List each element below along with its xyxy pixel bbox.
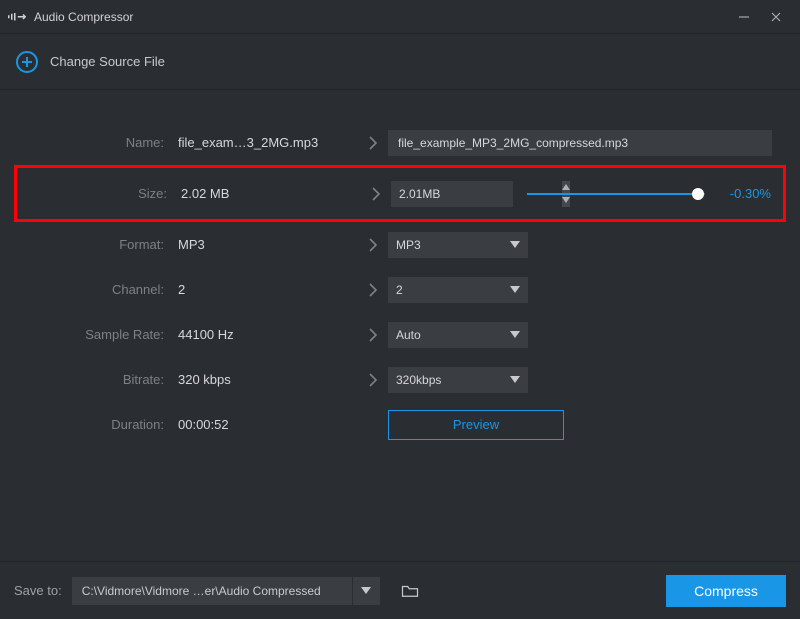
footer-bar: Save to: Compress	[0, 561, 800, 619]
save-path-select	[72, 577, 380, 605]
preview-button[interactable]: Preview	[388, 410, 564, 440]
value-channel-src: 2	[178, 282, 358, 297]
label-bitrate: Bitrate:	[18, 372, 178, 387]
save-to-label: Save to:	[14, 583, 62, 598]
chevron-down-icon	[510, 367, 520, 393]
value-sample-rate-src: 44100 Hz	[178, 327, 358, 342]
app-title: Audio Compressor	[34, 10, 133, 24]
arrow-icon	[358, 238, 388, 252]
row-name: Name: file_exam…3_2MG.mp3	[18, 120, 782, 165]
label-duration: Duration:	[18, 417, 178, 432]
row-size: Size: 2.02 MB	[21, 171, 779, 216]
chevron-down-icon	[510, 322, 520, 348]
save-path-field[interactable]	[72, 577, 352, 605]
save-path-dropdown-button[interactable]	[352, 577, 380, 605]
value-name-src: file_exam…3_2MG.mp3	[178, 135, 358, 150]
chevron-down-icon	[510, 277, 520, 303]
value-size-src: 2.02 MB	[181, 186, 361, 201]
app-icon	[8, 10, 26, 24]
close-button[interactable]	[760, 5, 792, 29]
size-highlight-box: Size: 2.02 MB	[14, 165, 786, 222]
title-bar: Audio Compressor	[0, 0, 800, 34]
label-sample-rate: Sample Rate:	[18, 327, 178, 342]
minimize-button[interactable]	[728, 5, 760, 29]
bitrate-dropdown-value: 320kbps	[396, 373, 441, 387]
channel-dropdown[interactable]: 2	[388, 277, 528, 303]
bitrate-dropdown[interactable]: 320kbps	[388, 367, 528, 393]
sample-rate-dropdown[interactable]: Auto	[388, 322, 528, 348]
arrow-icon	[358, 283, 388, 297]
label-name: Name:	[18, 135, 178, 150]
row-bitrate: Bitrate: 320 kbps 320kbps	[18, 357, 782, 402]
value-format-src: MP3	[178, 237, 358, 252]
plus-circle-icon	[16, 51, 38, 73]
settings-form: Name: file_exam…3_2MG.mp3 Size: 2.02 MB	[0, 90, 800, 447]
compress-button[interactable]: Compress	[666, 575, 786, 607]
row-sample-rate: Sample Rate: 44100 Hz Auto	[18, 312, 782, 357]
size-stepper[interactable]	[391, 181, 513, 207]
value-duration: 00:00:52	[178, 417, 358, 432]
change-source-label: Change Source File	[50, 54, 165, 69]
size-slider[interactable]	[527, 187, 705, 201]
arrow-icon	[358, 328, 388, 342]
change-source-bar[interactable]: Change Source File	[0, 34, 800, 90]
sample-rate-dropdown-value: Auto	[396, 328, 421, 342]
channel-dropdown-value: 2	[396, 283, 403, 297]
label-format: Format:	[18, 237, 178, 252]
chevron-down-icon	[510, 232, 520, 258]
format-dropdown-value: MP3	[396, 238, 421, 252]
size-slider-thumb[interactable]	[692, 188, 704, 200]
format-dropdown[interactable]: MP3	[388, 232, 528, 258]
arrow-icon	[358, 373, 388, 387]
row-channel: Channel: 2 2	[18, 267, 782, 312]
arrow-icon	[358, 136, 388, 150]
open-folder-button[interactable]	[396, 577, 424, 605]
value-bitrate-src: 320 kbps	[178, 372, 358, 387]
arrow-icon	[361, 187, 391, 201]
label-size: Size:	[21, 186, 181, 201]
row-duration: Duration: 00:00:52 Preview	[18, 402, 782, 447]
row-format: Format: MP3 MP3	[18, 222, 782, 267]
size-delta: -0.30%	[715, 186, 771, 201]
label-channel: Channel:	[18, 282, 178, 297]
output-name-field[interactable]	[388, 130, 772, 156]
